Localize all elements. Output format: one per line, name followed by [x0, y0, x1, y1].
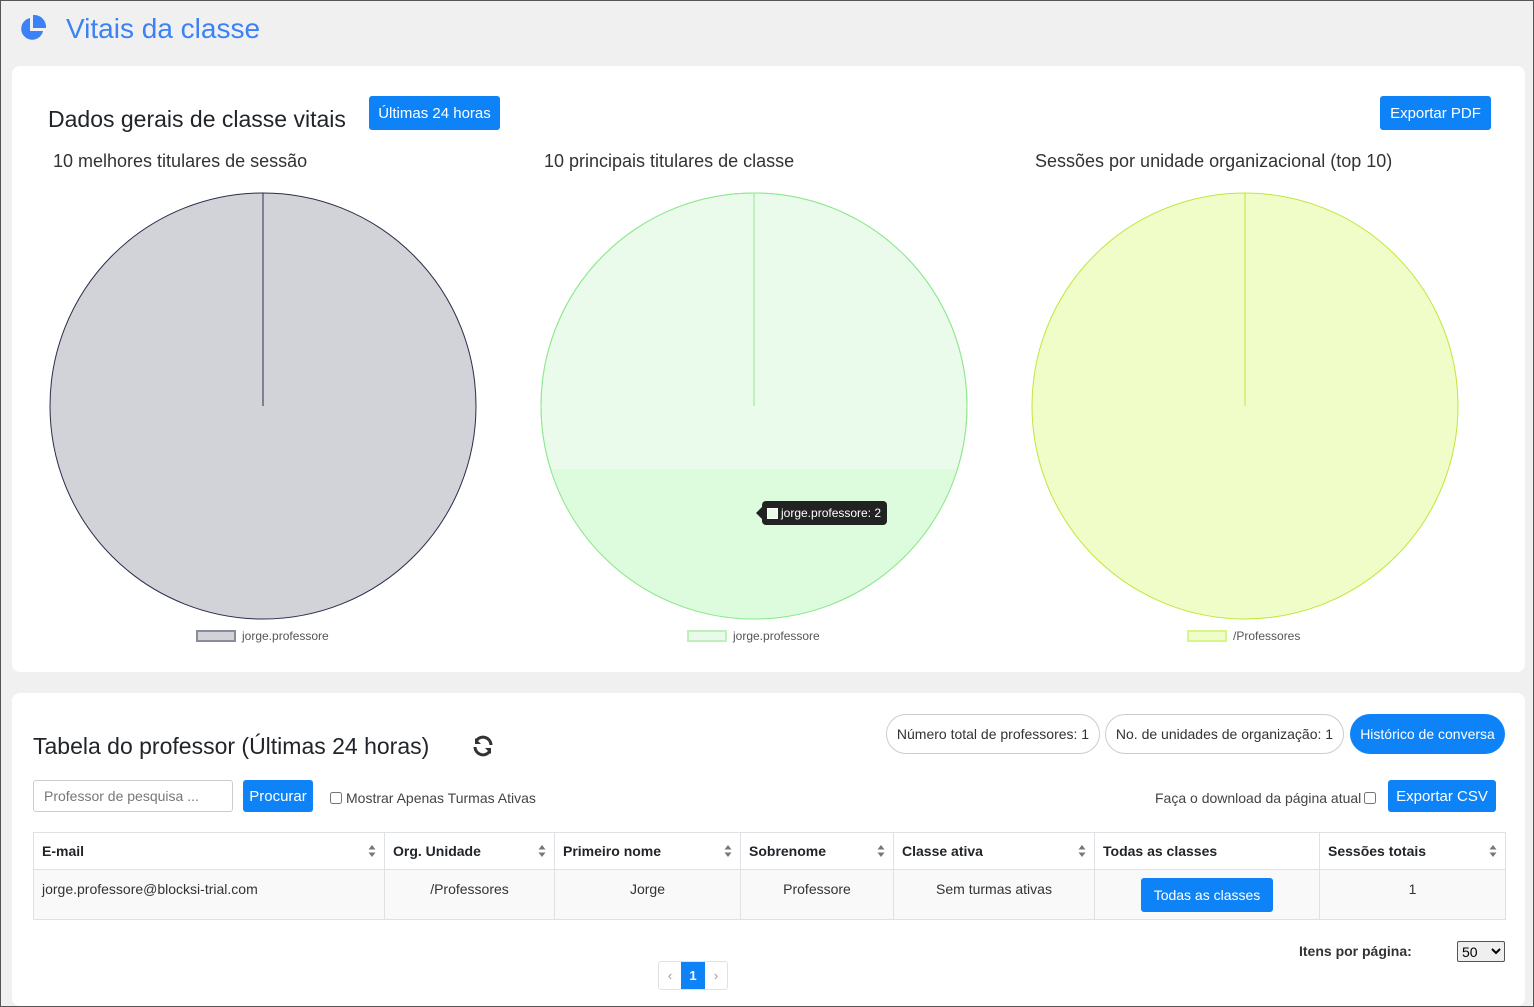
download-current-page[interactable]: Faça o download da página atual: [1155, 790, 1377, 806]
teacher-table: E-mail Org. Unidade Primeiro nome Sobren…: [33, 832, 1506, 920]
legend-label: /Professores: [1233, 629, 1301, 643]
tooltip-text: jorge.professore: 2: [781, 506, 882, 520]
org-units-badge: No. de unidades de organização: 1: [1105, 714, 1344, 754]
chart-title-org-units: Sessões por unidade organizacional (top …: [1035, 151, 1393, 171]
chat-history-button[interactable]: Histórico de conversa: [1350, 714, 1505, 754]
per-page-select[interactable]: 50: [1457, 941, 1505, 962]
refresh-icon[interactable]: [471, 734, 495, 758]
total-teachers-badge: Número total de professores: 1: [886, 714, 1100, 754]
chart-tooltip: jorge.professore: 2: [756, 501, 887, 525]
legend-sessions[interactable]: jorge.professore: [196, 629, 329, 643]
download-current-label: Faça o download da página atual: [1155, 790, 1362, 806]
search-button[interactable]: Procurar: [243, 780, 313, 812]
legend-classes[interactable]: jorge.professore: [687, 629, 820, 643]
sort-icon[interactable]: [368, 844, 376, 858]
column-header-org-unit[interactable]: Org. Unidade: [384, 832, 555, 870]
pie-chart-icon: [21, 14, 47, 40]
pie-slice-hover-highlight: [541, 469, 967, 619]
legend-org-units[interactable]: /Professores: [1187, 629, 1300, 643]
cell-first-name: Jorge: [554, 869, 741, 920]
sort-icon[interactable]: [538, 844, 546, 858]
table-row: jorge.professore@blocksi-trial.com /Prof…: [33, 869, 1506, 920]
column-header-email[interactable]: E-mail: [33, 832, 385, 870]
overview-card: Dados gerais de classe vitais Últimas 24…: [12, 66, 1525, 672]
legend-swatch: [687, 630, 727, 642]
pie-chart-org-units[interactable]: [1030, 191, 1460, 621]
page-header: Vitais da classe: [1, 1, 1533, 59]
column-header-all-classes: Todas as classes: [1094, 832, 1320, 870]
chart-title-classes: 10 principais titulares de classe: [544, 151, 795, 171]
cell-all-classes: Todas as classes: [1094, 869, 1320, 920]
cell-email: jorge.professore@blocksi-trial.com: [33, 869, 385, 920]
legend-label: jorge.professore: [242, 629, 329, 643]
active-only-checkbox[interactable]: [330, 792, 342, 804]
pagination-page[interactable]: 1: [681, 962, 705, 989]
legend-swatch: [1187, 630, 1227, 642]
active-only-label: Mostrar Apenas Turmas Ativas: [346, 790, 536, 806]
sort-icon[interactable]: [1078, 844, 1086, 858]
pagination: ‹ 1 ›: [658, 961, 728, 990]
teacher-table-title: Tabela do professor (Últimas 24 horas): [33, 733, 430, 759]
teacher-table-card: Tabela do professor (Últimas 24 horas) N…: [12, 693, 1525, 1006]
chart-title-sessions: 10 melhores titulares de sessão: [53, 151, 308, 171]
column-header-last-name[interactable]: Sobrenome: [740, 832, 894, 870]
teacher-search-input[interactable]: [33, 780, 233, 812]
cell-total-sessions: 1: [1319, 869, 1506, 920]
column-header-active-class[interactable]: Classe ativa: [893, 832, 1095, 870]
range-button[interactable]: Últimas 24 horas: [369, 96, 500, 130]
pie-chart-classes[interactable]: [539, 191, 969, 621]
legend-label: jorge.professore: [733, 629, 820, 643]
column-header-total-sessions[interactable]: Sessões totais: [1319, 832, 1506, 870]
download-current-checkbox[interactable]: [1364, 792, 1377, 804]
active-only-filter[interactable]: Mostrar Apenas Turmas Ativas: [330, 790, 536, 806]
pie-chart-sessions[interactable]: [48, 191, 478, 621]
table-header-row: E-mail Org. Unidade Primeiro nome Sobren…: [33, 832, 1506, 870]
sort-icon[interactable]: [877, 844, 885, 858]
pagination-next[interactable]: ›: [705, 962, 727, 989]
cell-org-unit: /Professores: [384, 869, 555, 920]
tooltip-swatch: [767, 507, 778, 519]
all-classes-button[interactable]: Todas as classes: [1141, 878, 1273, 912]
column-header-first-name[interactable]: Primeiro nome: [554, 832, 741, 870]
cell-last-name: Professore: [740, 869, 894, 920]
page-title: Vitais da classe: [66, 13, 261, 44]
sort-icon[interactable]: [724, 844, 732, 858]
sort-icon[interactable]: [1489, 844, 1497, 858]
per-page-label: Itens por página:: [1299, 943, 1412, 959]
pagination-prev[interactable]: ‹: [659, 962, 681, 989]
export-csv-button[interactable]: Exportar CSV: [1388, 780, 1496, 812]
overview-title: Dados gerais de classe vitais: [48, 106, 346, 132]
legend-swatch: [196, 630, 236, 642]
cell-active-class: Sem turmas ativas: [893, 869, 1095, 920]
export-pdf-button[interactable]: Exportar PDF: [1380, 96, 1491, 130]
